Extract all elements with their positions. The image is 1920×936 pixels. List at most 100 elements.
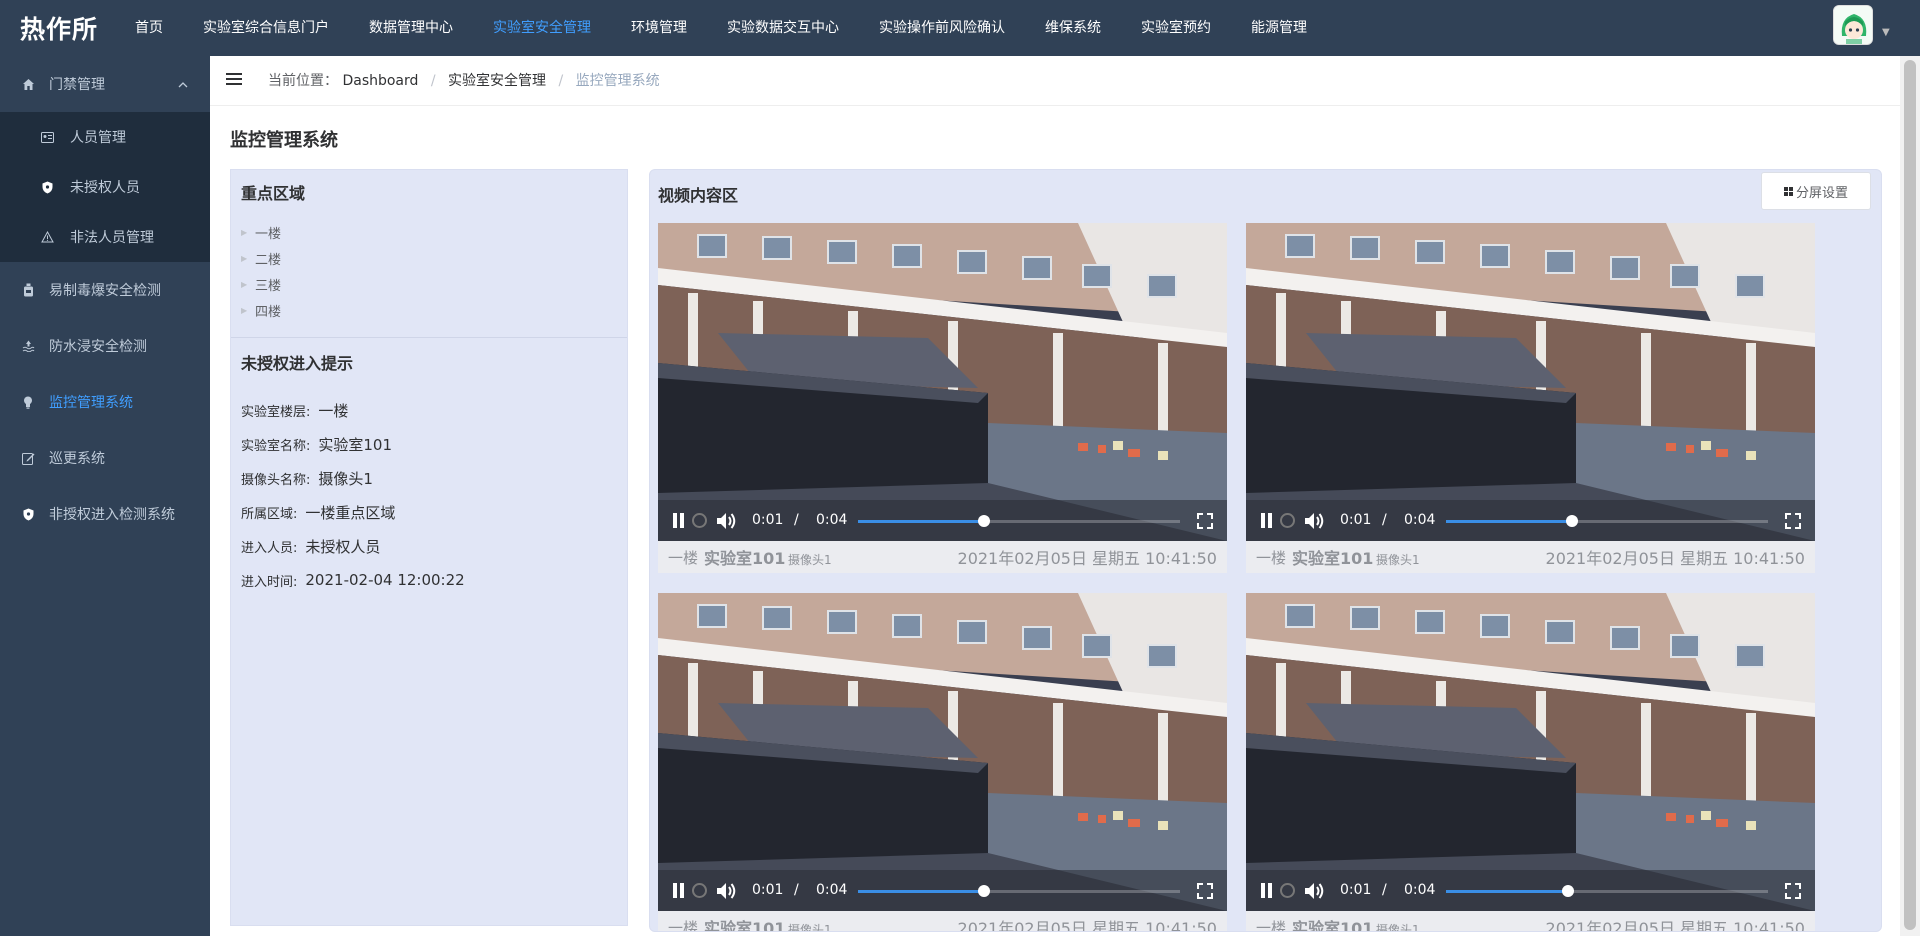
progress-bar[interactable]	[1446, 515, 1768, 527]
duration-time: 0:04	[816, 882, 848, 898]
fullscreen-icon[interactable]	[1197, 513, 1213, 529]
sidebar-item-label: 非授权进入检测系统	[49, 507, 175, 523]
video-player[interactable]: 0:01 / 0:04	[1246, 593, 1815, 911]
topnav-item-portal[interactable]: 实验室综合信息门户	[183, 0, 349, 56]
tree-node-floor-1[interactable]: ▶ 一楼	[241, 219, 281, 245]
scrollbar-thumb[interactable]	[1904, 60, 1916, 930]
time-separator: /	[1382, 512, 1387, 528]
sidebar-item-patrol[interactable]: 巡更系统	[0, 430, 210, 486]
video-frame-image	[1246, 223, 1815, 541]
time-separator: /	[794, 512, 799, 528]
progress-knob[interactable]	[977, 515, 990, 527]
breadcrumb-item-lab-safety[interactable]: 实验室安全管理	[448, 73, 546, 89]
topnav-item-reservation[interactable]: 实验室预约	[1121, 0, 1231, 56]
sidebar-item-hazmat[interactable]: 易制毒爆安全检测	[0, 262, 210, 318]
loading-ring-icon	[692, 513, 707, 528]
tree-node-floor-3[interactable]: ▶ 三楼	[241, 271, 281, 297]
zone-info-panel: 重点区域 ▶ 一楼 ▶ 二楼 ▶ 三楼 ▶ 四楼 未授权进入提示 实验室楼层: 一楼 实验…	[230, 169, 628, 926]
info-value: 一楼重点区域	[305, 503, 396, 522]
tree-node-label: 一楼	[255, 226, 282, 242]
progress-bar[interactable]	[858, 515, 1180, 527]
avatar-caret-icon[interactable]: ▼	[1882, 27, 1890, 38]
sidebar-item-monitoring[interactable]: 监控管理系统	[0, 374, 210, 430]
caption-floor: 一楼	[668, 548, 699, 567]
progress-knob[interactable]	[1562, 885, 1575, 897]
fullscreen-icon[interactable]	[1785, 883, 1801, 899]
sidebar-group-label: 门禁管理	[49, 77, 105, 93]
video-caption: 一楼 实验室101 摄像头1 2021年02月05日 星期五 10:41:50	[658, 911, 1227, 932]
video-content-panel: 视频内容区 分屏设置 0:01 / 0:04 一楼 实验室101 摄像头1 20…	[649, 169, 1882, 932]
volume-icon[interactable]	[1304, 511, 1326, 531]
home-icon	[20, 76, 36, 92]
sidebar-group-access-control[interactable]: 门禁管理	[0, 56, 210, 112]
video-cell: 0:01 / 0:04 一楼 实验室101 摄像头1 2021年02月05日 星…	[1246, 593, 1815, 932]
info-key: 所属区域:	[241, 506, 298, 522]
topnav-item-risk-confirm[interactable]: 实验操作前风险确认	[859, 0, 1025, 56]
bottle-icon	[20, 282, 36, 298]
topnav-item-energy[interactable]: 能源管理	[1231, 0, 1327, 56]
volume-icon[interactable]	[1304, 881, 1326, 901]
zones-title: 重点区域	[241, 184, 306, 203]
chevron-up-icon	[178, 77, 188, 91]
volume-icon[interactable]	[716, 511, 738, 531]
info-row-time: 进入时间: 2021-02-04 12:00:22	[241, 563, 465, 597]
edit-icon	[20, 450, 36, 466]
progress-knob[interactable]	[1565, 515, 1578, 527]
fullscreen-icon[interactable]	[1785, 513, 1801, 529]
progress-bar[interactable]	[1446, 885, 1768, 897]
top-navbar: 热作所 首页 实验室综合信息门户 数据管理中心 实验室安全管理 环境管理 实验数…	[0, 0, 1920, 56]
progress-bar[interactable]	[858, 885, 1180, 897]
duration-time: 0:04	[816, 512, 848, 528]
info-value: 实验室101	[318, 435, 393, 454]
pause-icon[interactable]	[672, 513, 686, 528]
video-caption: 一楼 实验室101 摄像头1 2021年02月05日 星期五 10:41:50	[1246, 911, 1815, 932]
pause-icon[interactable]	[672, 883, 686, 898]
video-player[interactable]: 0:01 / 0:04	[1246, 223, 1815, 541]
sidebar-item-personnel[interactable]: 人员管理	[0, 112, 210, 162]
breadcrumb-item-dashboard[interactable]: Dashboard	[342, 73, 418, 89]
topnav-item-environment[interactable]: 环境管理	[611, 0, 707, 56]
topnav-item-home[interactable]: 首页	[115, 0, 183, 56]
info-key: 进入人员:	[241, 540, 298, 556]
caption-camera: 摄像头1	[1376, 923, 1420, 932]
sidebar-item-label: 人员管理	[70, 130, 126, 146]
fullscreen-icon[interactable]	[1197, 883, 1213, 899]
caption-camera: 摄像头1	[788, 553, 832, 567]
topnav-item-lab-safety[interactable]: 实验室安全管理	[473, 0, 611, 56]
info-key: 进入时间:	[241, 574, 298, 590]
sidebar-item-intrusion-detection[interactable]: 非授权进入检测系统	[0, 486, 210, 542]
tree-node-floor-2[interactable]: ▶ 二楼	[241, 245, 281, 271]
video-cell: 0:01 / 0:04 一楼 实验室101 摄像头1 2021年02月05日 星…	[658, 593, 1227, 932]
video-controls: 0:01 / 0:04	[1246, 870, 1815, 911]
pause-icon[interactable]	[1260, 883, 1274, 898]
info-value: 未授权人员	[305, 537, 381, 556]
volume-icon[interactable]	[716, 881, 738, 901]
video-frame-image	[658, 223, 1227, 541]
topnav-item-data-exchange[interactable]: 实验数据交互中心	[707, 0, 859, 56]
progress-fill	[1446, 520, 1572, 523]
caret-right-icon: ▶	[241, 253, 248, 263]
split-screen-button[interactable]: 分屏设置	[1761, 172, 1871, 210]
progress-knob[interactable]	[977, 885, 990, 897]
page-scrollbar[interactable]	[1900, 56, 1920, 936]
sidebar-item-waterproof[interactable]: 防水浸安全检测	[0, 318, 210, 374]
caret-right-icon: ▶	[241, 305, 248, 315]
user-avatar[interactable]	[1833, 5, 1873, 45]
breadcrumb-separator: /	[558, 73, 564, 89]
tree-node-floor-4[interactable]: ▶ 四楼	[241, 297, 281, 323]
caption-floor: 一楼	[668, 918, 699, 932]
current-time: 0:01	[1340, 882, 1372, 898]
topnav-item-maintenance[interactable]: 维保系统	[1025, 0, 1121, 56]
hamburger-menu-icon[interactable]	[226, 73, 242, 87]
water-icon	[20, 338, 36, 354]
topnav-item-data-center[interactable]: 数据管理中心	[349, 0, 473, 56]
breadcrumb-bar: 当前位置： Dashboard / 实验室安全管理 / 监控管理系统	[210, 56, 1900, 106]
sidebar-item-unauthorized[interactable]: 未授权人员	[0, 162, 210, 212]
breadcrumb-item-current: 监控管理系统	[575, 73, 660, 89]
sidebar-item-illegal[interactable]: 非法人员管理	[0, 212, 210, 262]
video-player[interactable]: 0:01 / 0:04	[658, 223, 1227, 541]
info-row-person: 进入人员: 未授权人员	[241, 529, 465, 563]
video-player[interactable]: 0:01 / 0:04	[658, 593, 1227, 911]
pause-icon[interactable]	[1260, 513, 1274, 528]
sidebar-item-label: 监控管理系统	[49, 395, 133, 411]
